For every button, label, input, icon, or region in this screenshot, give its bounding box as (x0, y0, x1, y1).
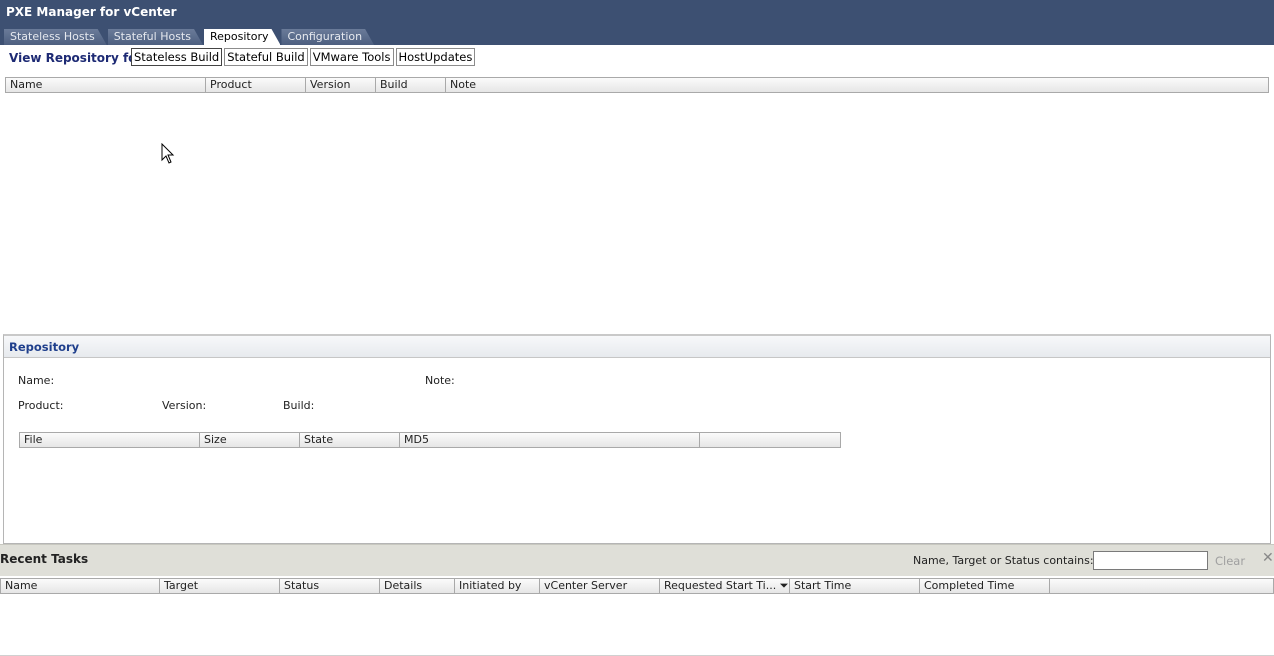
mouse-cursor-icon (161, 143, 175, 164)
repository-grid-body[interactable] (5, 93, 1269, 331)
stateful-build-button[interactable]: Stateful Build (224, 48, 308, 66)
column-extra[interactable] (700, 433, 840, 447)
column-name[interactable]: Name (6, 78, 206, 92)
note-label: Note: (425, 374, 455, 387)
close-icon[interactable]: ✕ (1262, 549, 1274, 566)
column-product[interactable]: Product (206, 78, 306, 92)
column-details[interactable]: Details (380, 579, 455, 593)
column-status[interactable]: Status (280, 579, 380, 593)
column-start-time[interactable]: Start Time (790, 579, 920, 593)
column-build[interactable]: Build (376, 78, 446, 92)
tasks-grid-header: Name Target Status Details Initiated by … (0, 578, 1274, 594)
filter-field-dropdown[interactable]: Name, Target or Status contains: ▾ (913, 554, 1103, 567)
version-label: Version: (162, 399, 207, 412)
column-file[interactable]: File (20, 433, 200, 447)
tab-repository[interactable]: Repository (204, 29, 281, 45)
repository-detail-panel: Repository Name: Note: Product: Version:… (3, 334, 1271, 544)
view-repository-label: View Repository for : (9, 51, 152, 65)
column-requested-start-time[interactable]: Requested Start Ti... ⏷ (660, 579, 790, 593)
detail-title-bar: Repository (4, 336, 1270, 358)
column-version[interactable]: Version (306, 78, 376, 92)
repository-grid-header: Name Product Version Build Note (5, 77, 1269, 93)
host-updates-button[interactable]: HostUpdates (395, 48, 476, 66)
file-grid-header: File Size State MD5 (19, 432, 841, 448)
recent-tasks-title: Recent Tasks (0, 552, 89, 566)
tab-stateless-hosts[interactable]: Stateless Hosts (4, 29, 107, 45)
column-state[interactable]: State (300, 433, 400, 447)
column-filler (1050, 579, 1273, 593)
tasks-grid-body[interactable] (0, 594, 1274, 654)
column-vcenter-server[interactable]: vCenter Server (540, 579, 660, 593)
name-label: Name: (18, 374, 55, 387)
task-filter-input[interactable] (1093, 551, 1208, 570)
detail-title: Repository (9, 340, 80, 354)
vmware-tools-button[interactable]: VMware Tools (309, 48, 394, 66)
app-title: PXE Manager for vCenter (6, 5, 177, 19)
tab-configuration[interactable]: Configuration (281, 29, 374, 45)
build-label: Build: (283, 399, 315, 412)
column-task-name[interactable]: Name (1, 579, 160, 593)
column-md5[interactable]: MD5 (400, 433, 700, 447)
file-grid-body[interactable] (19, 448, 841, 538)
column-note[interactable]: Note (446, 78, 1268, 92)
view-selector: Stateless Build Stateful Build VMware To… (131, 48, 477, 66)
column-target[interactable]: Target (160, 579, 280, 593)
tab-stateful-hosts[interactable]: Stateful Hosts (108, 29, 203, 45)
column-initiated-by[interactable]: Initiated by (455, 579, 540, 593)
column-size[interactable]: Size (200, 433, 300, 447)
main-tabs: Stateless Hosts Stateful Hosts Repositor… (4, 29, 375, 45)
product-label: Product: (18, 399, 64, 412)
app-header: PXE Manager for vCenter Stateless Hosts … (0, 0, 1274, 45)
column-completed-time[interactable]: Completed Time (920, 579, 1050, 593)
recent-tasks-bar: Recent Tasks Name, Target or Status cont… (0, 544, 1274, 576)
clear-button[interactable]: Clear (1215, 554, 1245, 568)
stateless-build-button[interactable]: Stateless Build (131, 48, 223, 66)
